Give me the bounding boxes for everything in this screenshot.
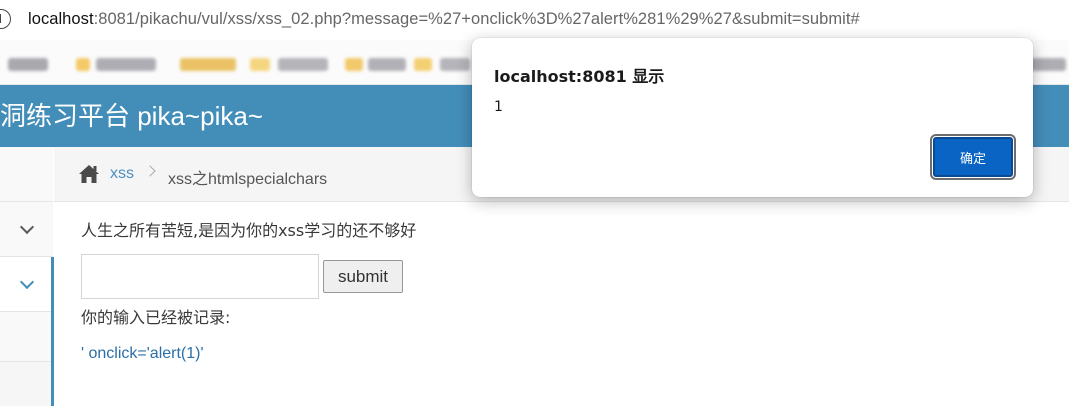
sidebar-item-active[interactable] <box>0 257 53 312</box>
url-text[interactable]: localhost:8081/pikachu/vul/xss/xss_02.ph… <box>28 10 860 29</box>
bookmark-item[interactable] <box>1030 58 1066 71</box>
breadcrumb-link-xss[interactable]: xss <box>110 165 134 183</box>
bookmark-item[interactable] <box>278 58 328 71</box>
bookmark-item[interactable] <box>368 58 406 71</box>
bookmark-item[interactable] <box>96 58 156 71</box>
bookmark-item[interactable] <box>345 58 363 71</box>
record-label: 你的输入已经被记录: <box>81 308 231 327</box>
sidebar <box>0 147 53 406</box>
bookmark-item[interactable] <box>250 58 270 71</box>
sidebar-subitem[interactable] <box>0 312 53 362</box>
alert-dialog: localhost:8081 显示 1 确定 <box>472 38 1033 197</box>
ok-button[interactable]: 确定 <box>930 134 1016 180</box>
submit-button[interactable]: submit <box>323 260 403 293</box>
chevron-down-icon <box>19 274 35 290</box>
sidebar-item-collapsed[interactable] <box>0 202 53 257</box>
main-content: 人生之所有苦短,是因为你的xss学习的还不够好 submit 你的输入已经被记录… <box>54 203 1069 406</box>
home-icon[interactable] <box>78 164 100 184</box>
sidebar-blank-row <box>0 147 53 202</box>
bookmark-item[interactable] <box>180 58 236 71</box>
address-bar[interactable]: localhost:8081/pikachu/vul/xss/xss_02.ph… <box>0 0 1069 40</box>
dialog-message: 1 <box>494 99 503 115</box>
recorded-link[interactable]: ' onclick='alert(1)' <box>81 345 204 363</box>
bookmark-item[interactable] <box>414 58 432 71</box>
url-host: localhost <box>28 10 94 28</box>
site-title: 洞练习平台 pika~pika~ <box>0 101 263 131</box>
chevron-right-icon <box>144 165 156 177</box>
dialog-title: localhost:8081 显示 <box>494 67 665 86</box>
breadcrumb-current: xss之htmlspecialchars <box>168 171 328 188</box>
intro-text: 人生之所有苦短,是因为你的xss学习的还不够好 <box>81 221 417 240</box>
message-input[interactable] <box>81 254 319 299</box>
chevron-down-icon <box>19 219 35 235</box>
bookmark-item[interactable] <box>76 58 90 71</box>
bookmark-item[interactable] <box>440 58 470 71</box>
info-circle-icon[interactable] <box>0 9 11 29</box>
url-path: :8081/pikachu/vul/xss/xss_02.php?message… <box>93 10 860 28</box>
bookmark-item[interactable] <box>8 58 48 71</box>
